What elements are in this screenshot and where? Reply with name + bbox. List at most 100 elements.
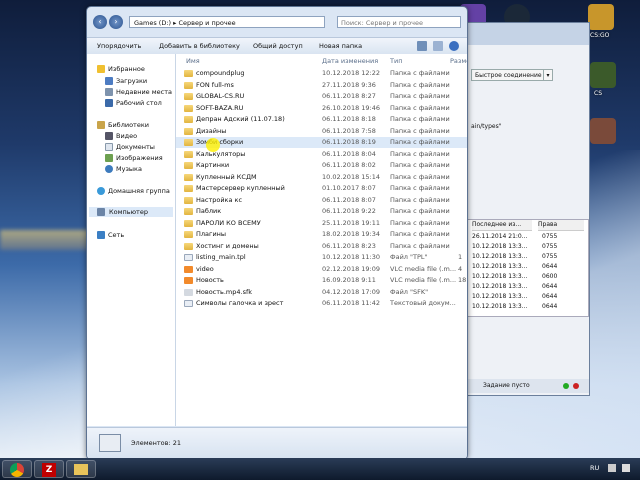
folder-row[interactable]: Картинки 06.11.2018 8:02 Папка с файлами: [176, 160, 467, 171]
remote-modified: 10.12.2018 13:3...: [472, 243, 528, 250]
csgo-icon[interactable]: [588, 4, 614, 30]
language-indicator[interactable]: RU: [590, 464, 599, 472]
folder-row[interactable]: Настройка кс 06.11.2018 8:07 Папка с файла…: [176, 195, 467, 206]
file-name: listing_main.tpl: [196, 253, 246, 261]
preview-pane-icon[interactable]: [433, 41, 443, 51]
remote-modified: 10.12.2018 13:3...: [472, 303, 528, 310]
folder-row[interactable]: SOFT-BAZA.RU 26.10.2018 19:46 Папка с файл…: [176, 103, 467, 114]
file-type: Файл "TPL": [390, 253, 428, 261]
vlc-file-icon: [184, 277, 193, 284]
folder-row[interactable]: ПАРОЛИ КО ВСЕМУ 25.11.2018 19:11 Папка с ф…: [176, 218, 467, 229]
folder-row[interactable]: Купленный КСДМ 10.02.2018 15:14 Папка с фа…: [176, 172, 467, 183]
breadcrumb-folder[interactable]: Сервер и прочее: [179, 19, 236, 27]
filezilla-toolbar: [463, 23, 589, 45]
column-date[interactable]: Дата изменения: [322, 56, 378, 66]
file-date: 01.10.2017 8:07: [322, 184, 376, 192]
file-type: Папка с файлами: [390, 195, 450, 204]
back-button[interactable]: ‹: [93, 15, 107, 29]
star-icon: [97, 65, 105, 73]
file-type: VLC media file (.m...: [390, 276, 457, 284]
address-bar[interactable]: Games (D:) ▸ Сервер и прочее: [129, 16, 325, 28]
folder-row[interactable]: Депран Адский (11.07.18) 06.11.2018 8:18 П…: [176, 114, 467, 125]
remote-modified: 10.12.2018 13:3...: [472, 293, 528, 300]
avatar-desktop-icon[interactable]: [590, 118, 616, 144]
desktop-icon: [105, 99, 113, 107]
remote-file-row[interactable]: 10.12.2018 13:3... 0600: [468, 272, 588, 282]
folder-row[interactable]: Дизайны 06.11.2018 7:58 Папка с файлами: [176, 126, 467, 137]
folder-row[interactable]: Калькуляторы 06.11.2018 8:04 Папка с файла…: [176, 149, 467, 160]
explorer-taskbar-button[interactable]: [66, 460, 96, 478]
remote-file-row[interactable]: 26.11.2014 21:0... 0755: [468, 232, 588, 242]
folder-row[interactable]: FON full-ms 27.11.2018 9:36 Папка с файлам…: [176, 80, 467, 91]
file-list[interactable]: Имя Дата изменения Тип Размер compoundpl…: [176, 54, 467, 426]
column-name[interactable]: Имя: [186, 56, 200, 66]
command-bar: Упорядочить Добавить в библиотеку Общий …: [87, 37, 467, 55]
organize-button[interactable]: Упорядочить: [97, 41, 141, 51]
file-type: Папка с файлами: [390, 92, 450, 100]
folder-icon: [184, 139, 193, 146]
file-date: 04.12.2018 17:09: [322, 287, 381, 296]
cs-icon[interactable]: [590, 62, 616, 88]
file-type: Папка с файлами: [390, 126, 450, 135]
network-icon: [97, 231, 105, 239]
file-type: Папка с файлами: [390, 184, 450, 192]
column-modified[interactable]: Последнее из...: [472, 220, 532, 231]
column-type[interactable]: Тип: [390, 56, 402, 66]
file-date: 27.11.2018 9:36: [322, 80, 376, 89]
remote-modified: 10.12.2018 13:3...: [472, 273, 528, 280]
share-button[interactable]: Общий доступ: [253, 41, 303, 51]
navigation-pane[interactable]: Избранное Загрузки Недавние места Рабочи…: [87, 54, 176, 426]
queue-status-text: Задание пусто: [483, 382, 530, 389]
column-permissions[interactable]: Права: [538, 220, 584, 231]
tray-flag-icon[interactable]: [608, 464, 616, 472]
column-size[interactable]: Размер: [450, 56, 467, 66]
quick-connect-dropdown-icon[interactable]: ▾: [543, 69, 553, 81]
remote-file-row[interactable]: 10.12.2018 13:3... 0755: [468, 252, 588, 262]
folder-row[interactable]: compoundplug 10.12.2018 12:22 Папка с файл…: [176, 68, 467, 79]
nav-computer[interactable]: Компьютер: [89, 207, 173, 217]
remote-modified: 10.12.2018 13:3...: [472, 253, 528, 260]
file-row[interactable]: Новость.mp4.sfk 04.12.2018 17:09 Файл "SFK…: [176, 287, 467, 298]
file-name: FON full-ms: [196, 80, 234, 89]
new-folder-button[interactable]: Новая папка: [319, 41, 362, 51]
folder-row[interactable]: Хостинг и домены 06.11.2018 8:23 Папка с ф…: [176, 241, 467, 252]
volume-icon[interactable]: [622, 464, 630, 472]
computer-icon: [97, 208, 105, 216]
quick-connect-button[interactable]: Быстрое соединение: [471, 69, 551, 81]
file-size: 18: [458, 276, 467, 284]
filezilla-taskbar-button[interactable]: Z: [34, 460, 64, 478]
file-name: Новость: [196, 276, 224, 284]
file-name: video: [196, 264, 214, 273]
remote-file-row[interactable]: 10.12.2018 13:3... 0644: [468, 282, 588, 292]
forward-button[interactable]: ›: [109, 15, 123, 29]
remote-file-row[interactable]: 10.12.2018 13:3... 0755: [468, 242, 588, 252]
file-row[interactable]: listing_main.tpl 10.12.2018 11:30 Файл "TP…: [176, 252, 467, 263]
file-type: Папка с файлами: [390, 207, 450, 215]
folder-row[interactable]: Плагины 18.02.2018 19:34 Папка с файлами: [176, 229, 467, 240]
file-date: 06.11.2018 8:04: [322, 149, 376, 158]
folder-icon: [184, 81, 193, 89]
breadcrumb-drive[interactable]: Games (D:): [134, 19, 171, 27]
file-row[interactable]: video 02.12.2018 19:09 VLC media file (.m.…: [176, 264, 467, 275]
file-date: 25.11.2018 19:11: [322, 218, 381, 227]
remote-file-list[interactable]: Последнее из... Права 26.11.2014 21:0...…: [467, 219, 589, 317]
explorer-window[interactable]: ‹ › Games (D:) ▸ Сервер и прочее Поиск: …: [86, 6, 468, 460]
vlc-file-icon: [184, 265, 193, 273]
folder-row[interactable]: GLOBAL-CS.RU 06.11.2018 8:27 Папка с файла…: [176, 91, 467, 102]
chrome-taskbar-button[interactable]: [2, 460, 32, 478]
remote-file-row[interactable]: 10.12.2018 13:3... 0644: [468, 292, 588, 302]
queue-status: Задание пусто: [463, 379, 589, 393]
file-row[interactable]: Новость 16.09.2018 9:11 VLC media file (.m…: [176, 275, 467, 286]
filezilla-window[interactable]: Быстрое соединение ▾ ain/types" Последне…: [462, 22, 590, 396]
view-options-icon[interactable]: [417, 41, 427, 51]
folder-row[interactable]: Паблик 06.11.2018 9:22 Папка с файлами: [176, 206, 467, 217]
add-to-library-button[interactable]: Добавить в библиотеку: [159, 41, 240, 51]
folder-row[interactable]: Мастерсервер купленный 01.10.2017 8:07 Пап…: [176, 183, 467, 194]
search-input[interactable]: Поиск: Сервер и прочее: [337, 16, 461, 28]
remote-file-row[interactable]: 10.12.2018 13:3... 0644: [468, 262, 588, 272]
folder-icon: [184, 93, 193, 100]
remote-file-row[interactable]: 10.12.2018 13:3... 0644: [468, 302, 588, 312]
file-row[interactable]: Символы галочка и зрест 06.11.2018 11:42 Т…: [176, 298, 467, 309]
item-count: Элементов: 21: [131, 439, 181, 447]
help-icon[interactable]: [449, 41, 459, 51]
